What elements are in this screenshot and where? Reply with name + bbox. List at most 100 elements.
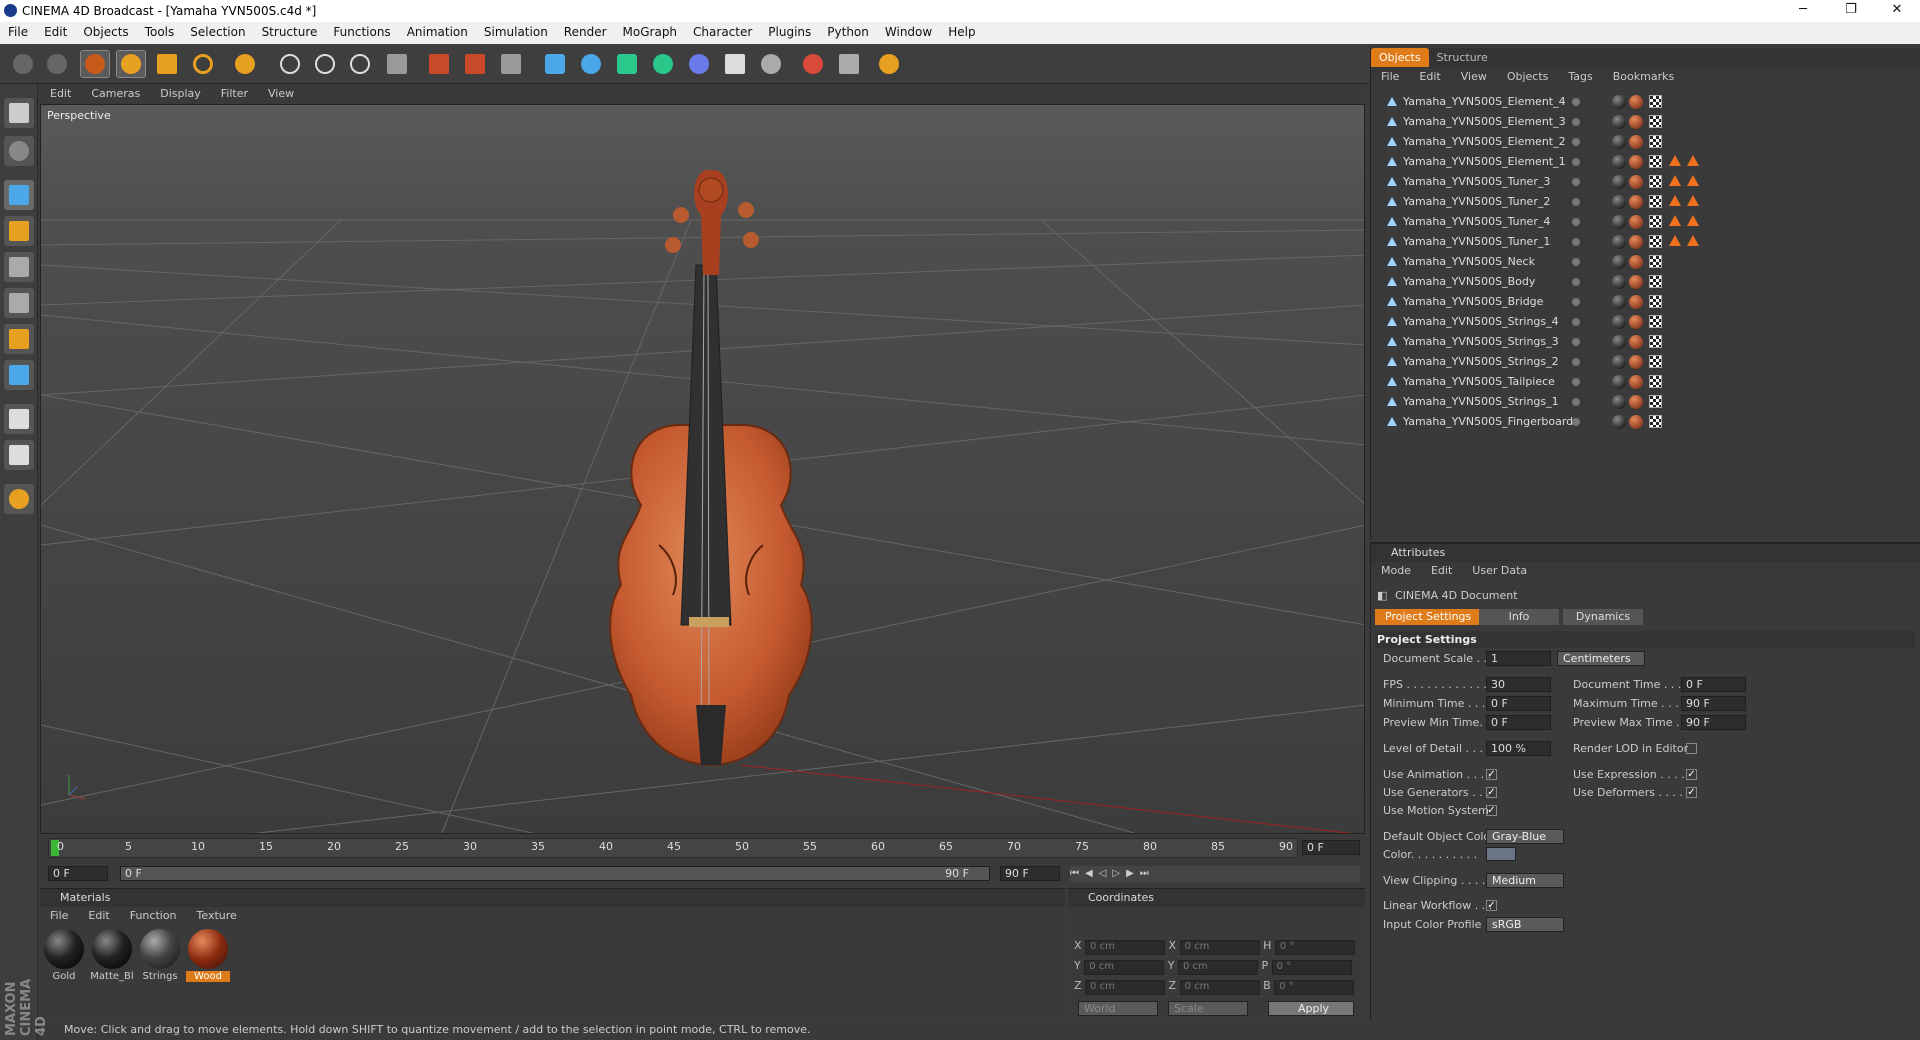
- material-tag-icon[interactable]: [1612, 135, 1626, 149]
- help-button[interactable]: [874, 50, 904, 78]
- tab-objects[interactable]: Objects: [1371, 48, 1429, 67]
- objects-menu-file[interactable]: File: [1371, 68, 1409, 85]
- size-z-field[interactable]: 0 cm: [1179, 980, 1260, 995]
- material-tag-icon[interactable]: [1612, 295, 1626, 309]
- material-tag-icon[interactable]: [1612, 195, 1626, 209]
- material-tag-icon[interactable]: [1612, 315, 1626, 329]
- menu-edit[interactable]: Edit: [36, 22, 75, 39]
- menu-tools[interactable]: Tools: [137, 22, 183, 39]
- material-tag-icon[interactable]: [1629, 255, 1643, 269]
- material-tag-icon[interactable]: [1612, 115, 1626, 129]
- material-tag-icon[interactable]: [1629, 115, 1643, 129]
- material-tag-icon[interactable]: [1612, 335, 1626, 349]
- material-tag-icon[interactable]: [1612, 175, 1626, 189]
- points-mode-button[interactable]: [4, 252, 34, 282]
- material-tag-icon[interactable]: [1612, 395, 1626, 409]
- visibility-dot-icon[interactable]: [1572, 398, 1580, 406]
- viewport-menu-view[interactable]: View: [258, 84, 304, 100]
- object-row[interactable]: Yamaha_YVN500S_Body: [1377, 272, 1917, 292]
- object-row[interactable]: Yamaha_YVN500S_Tuner_1: [1377, 232, 1917, 252]
- texture-tag-icon[interactable]: [1649, 415, 1662, 428]
- object-row[interactable]: Yamaha_YVN500S_Strings_3: [1377, 332, 1917, 352]
- menu-character[interactable]: Character: [685, 22, 760, 39]
- material-tag-icon[interactable]: [1629, 215, 1643, 229]
- doc-time-field[interactable]: 0 F: [1681, 677, 1746, 692]
- material-tag-icon[interactable]: [1629, 135, 1643, 149]
- material-tag-icon[interactable]: [1629, 195, 1643, 209]
- visibility-dot-icon[interactable]: [1572, 298, 1580, 306]
- visibility-dot-icon[interactable]: [1572, 118, 1580, 126]
- viewport-menu-filter[interactable]: Filter: [211, 84, 258, 100]
- warning-tag-icon[interactable]: [1687, 195, 1699, 206]
- texture-tag-icon[interactable]: [1649, 95, 1662, 108]
- materials-menu-edit[interactable]: Edit: [78, 907, 119, 924]
- visibility-dot-icon[interactable]: [1572, 238, 1580, 246]
- menu-functions[interactable]: Functions: [325, 22, 398, 39]
- warning-tag-icon[interactable]: [1687, 215, 1699, 226]
- object-row[interactable]: Yamaha_YVN500S_Tuner_4: [1377, 212, 1917, 232]
- objects-menu-bookmarks[interactable]: Bookmarks: [1603, 68, 1684, 85]
- visibility-dot-icon[interactable]: [1572, 158, 1580, 166]
- warning-tag-icon[interactable]: [1687, 175, 1699, 186]
- visibility-dot-icon[interactable]: [1572, 338, 1580, 346]
- menu-mograph[interactable]: MoGraph: [615, 22, 686, 39]
- input-color-profile-dropdown[interactable]: sRGB: [1486, 917, 1564, 932]
- rotate-button[interactable]: [188, 50, 218, 78]
- material-tag-icon[interactable]: [1629, 235, 1643, 249]
- texture-tag-icon[interactable]: [1649, 135, 1662, 148]
- menu-render[interactable]: Render: [556, 22, 615, 39]
- texture-tag-icon[interactable]: [1649, 295, 1662, 308]
- spline-button[interactable]: [576, 50, 606, 78]
- use-deformers-checkbox[interactable]: ✓: [1686, 787, 1697, 798]
- visibility-dot-icon[interactable]: [1572, 278, 1580, 286]
- use-generators-checkbox[interactable]: ✓: [1486, 787, 1497, 798]
- object-row[interactable]: Yamaha_YVN500S_Fingerboard: [1377, 412, 1917, 432]
- visibility-dot-icon[interactable]: [1572, 218, 1580, 226]
- preview-max-field[interactable]: 90 F: [1681, 715, 1746, 730]
- rotation-p-field[interactable]: 0 °: [1271, 960, 1352, 975]
- attributes-menu-user-data[interactable]: User Data: [1462, 562, 1537, 579]
- material-tag-icon[interactable]: [1612, 355, 1626, 369]
- texture-tag-icon[interactable]: [1649, 235, 1662, 248]
- texture-tag-icon[interactable]: [1649, 215, 1662, 228]
- use-expression-checkbox[interactable]: ✓: [1686, 769, 1697, 780]
- visibility-dot-icon[interactable]: [1572, 378, 1580, 386]
- undo-button[interactable]: [8, 50, 38, 78]
- scale-unit-dropdown[interactable]: Centimeters: [1557, 651, 1645, 666]
- visibility-dot-icon[interactable]: [1572, 198, 1580, 206]
- material-matte-black[interactable]: Matte_Bl: [90, 929, 134, 982]
- redo-button[interactable]: [42, 50, 72, 78]
- menu-objects[interactable]: Objects: [75, 22, 136, 39]
- texture-tag-icon[interactable]: [1649, 395, 1662, 408]
- warning-tag-icon[interactable]: [1669, 155, 1681, 166]
- visibility-dot-icon[interactable]: [1572, 98, 1580, 106]
- material-tag-icon[interactable]: [1629, 395, 1643, 409]
- texture-tag-icon[interactable]: [1649, 195, 1662, 208]
- texture-tag-icon[interactable]: [1649, 175, 1662, 188]
- texture-tag-icon[interactable]: [1649, 155, 1662, 168]
- visibility-dot-icon[interactable]: [1572, 318, 1580, 326]
- linear-workflow-checkbox[interactable]: ✓: [1486, 900, 1497, 911]
- material-tag-icon[interactable]: [1629, 335, 1643, 349]
- scale-dropdown[interactable]: Scale: [1168, 1001, 1248, 1016]
- menu-structure[interactable]: Structure: [254, 22, 326, 39]
- tab-dynamics[interactable]: Dynamics: [1563, 609, 1643, 625]
- warning-tag-icon[interactable]: [1669, 195, 1681, 206]
- texture-mode-button[interactable]: [4, 136, 34, 166]
- material-tag-icon[interactable]: [1612, 155, 1626, 169]
- preview-min-field[interactable]: 0 F: [1486, 715, 1551, 730]
- document-scale-field[interactable]: 1: [1486, 651, 1551, 666]
- model-mode-button[interactable]: [4, 180, 34, 210]
- y-axis-button[interactable]: [310, 50, 340, 78]
- object-row[interactable]: Yamaha_YVN500S_Bridge: [1377, 292, 1917, 312]
- visibility-dot-icon[interactable]: [1572, 358, 1580, 366]
- apply-button[interactable]: Apply: [1268, 1001, 1354, 1016]
- enable-axis-button[interactable]: [4, 404, 34, 434]
- camera-button[interactable]: [798, 50, 828, 78]
- texture-tag-icon[interactable]: [1649, 115, 1662, 128]
- texture-tag-icon[interactable]: [1649, 315, 1662, 328]
- menu-selection[interactable]: Selection: [182, 22, 253, 39]
- menu-python[interactable]: Python: [819, 22, 877, 39]
- object-row[interactable]: Yamaha_YVN500S_Tailpiece: [1377, 372, 1917, 392]
- playback-buttons-icon[interactable]: ⏮◀◁▷▶⏭: [1070, 868, 1155, 879]
